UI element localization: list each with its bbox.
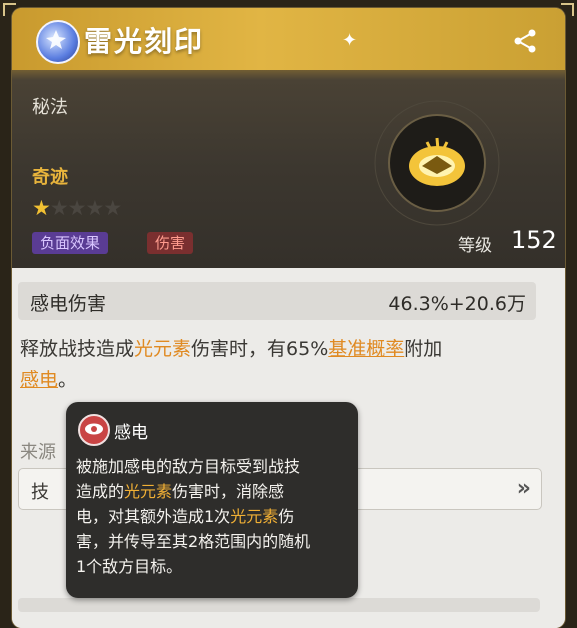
desc-text: 伤害时，有65% — [191, 338, 329, 360]
stat-row: 感电伤害 46.3%+20.6万 — [18, 282, 536, 320]
tooltip-text: 1个敌方目标。 — [76, 557, 183, 576]
share-icon[interactable] — [512, 28, 538, 54]
star-empty-icon: ★ — [67, 196, 87, 220]
rarity-stars: ★★★★★ — [32, 196, 122, 220]
level-label: 等级 — [458, 236, 492, 256]
rarity-label: 奇迹 — [32, 167, 68, 188]
relic-emblem-icon — [374, 100, 500, 226]
desc-text: 附加 — [404, 338, 443, 360]
double-chevron-right-icon: » — [516, 476, 531, 501]
sparkle-icon: ✦ — [342, 30, 358, 51]
level-value: 152 — [511, 226, 557, 254]
shock-status-link[interactable]: 感电 — [20, 369, 58, 391]
tooltip-text: 伤 — [278, 507, 295, 526]
base-chance-link[interactable]: 基准概率 — [328, 338, 404, 360]
page-title: 雷光刻印 — [84, 25, 205, 58]
star-empty-icon: ★ — [85, 196, 104, 220]
star-filled-icon: ★ — [32, 196, 51, 220]
desc-text: 。 — [58, 369, 78, 391]
stat-name: 感电伤害 — [30, 293, 107, 315]
tooltip-body: 被施加感电的敌方目标受到战技 造成的光元素伤害时，消除感 电，对其额外造成1次光… — [76, 454, 352, 579]
tooltip-text: 造成的 — [76, 482, 125, 501]
source-item-text: 技 — [31, 482, 49, 503]
tooltip-title: 感电 — [114, 423, 148, 443]
element-keyword: 光元素 — [134, 338, 192, 360]
element-keyword: 光元素 — [230, 507, 279, 526]
tooltip-text: 电，对其额外造成1次 — [76, 507, 231, 526]
tag-damage: 伤害 — [147, 232, 194, 254]
desc-text: 释放战技造成 — [20, 338, 135, 360]
star-empty-icon: ★ — [103, 196, 122, 220]
eye-status-icon — [78, 414, 110, 446]
shock-tooltip: 感电 被施加感电的敌方目标受到战技 造成的光元素伤害时，消除感 电，对其额外造成… — [66, 402, 358, 598]
tooltip-text: 被施加感电的敌方目标受到战技 — [76, 457, 301, 476]
stat-value: 46.3%+20.6万 — [388, 293, 526, 315]
tag-debuff: 负面效果 — [32, 232, 109, 254]
effect-description: 释放战技造成光元素伤害时，有65%基准概率附加感电。 — [20, 334, 540, 396]
source-label: 来源 — [20, 442, 56, 463]
next-section-bar — [18, 598, 540, 612]
tooltip-text: 伤害时，消除感 — [172, 482, 285, 501]
star-empty-icon: ★ — [49, 196, 69, 220]
card-header: 雷光刻印 ✦ 秘法 奇迹 ★★★★★ 负面效果 伤害 等级 152 — [12, 8, 565, 268]
lightning-sigil-icon — [36, 20, 80, 64]
tooltip-text: 害，并传导至其2格范围内的随机 — [76, 532, 311, 551]
category-label: 秘法 — [32, 97, 68, 118]
element-keyword: 光元素 — [124, 482, 173, 501]
